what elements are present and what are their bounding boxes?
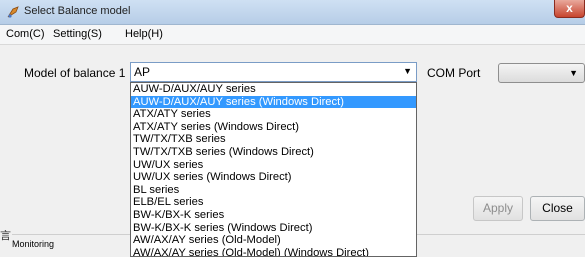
dropdown-option[interactable]: BL series xyxy=(131,184,416,197)
close-button[interactable]: Close xyxy=(530,196,585,221)
model-select[interactable]: AP ▼ xyxy=(130,62,417,82)
dropdown-option[interactable]: UW/UX series xyxy=(131,159,416,172)
dropdown-option[interactable]: ELB/EL series xyxy=(131,196,416,209)
model-of-balance-label: Model of balance 1 xyxy=(24,66,126,80)
chevron-down-icon[interactable]: ▼ xyxy=(569,68,578,78)
close-window-button[interactable]: x xyxy=(554,0,585,18)
app-icon xyxy=(7,6,19,18)
model-select-value: AP xyxy=(134,65,151,79)
chevron-down-icon[interactable]: ▼ xyxy=(403,66,412,76)
dropdown-option[interactable]: BW-K/BX-K series (Windows Direct) xyxy=(131,222,416,235)
dropdown-option[interactable]: BW-K/BX-K series xyxy=(131,209,416,222)
title-bar[interactable]: Select Balance model x xyxy=(0,0,585,25)
dropdown-option[interactable]: TW/TX/TXB series xyxy=(131,133,416,146)
apply-button[interactable]: Apply xyxy=(473,196,523,221)
menu-help[interactable]: Help(H) xyxy=(125,28,163,40)
dropdown-option[interactable]: UW/UX series (Windows Direct) xyxy=(131,171,416,184)
com-port-label: COM Port xyxy=(427,66,481,80)
left-edge-glyph: 言 xyxy=(0,230,11,242)
com-port-select[interactable]: ▼ xyxy=(498,63,585,83)
dropdown-option[interactable]: AW/AX/AY series (Old-Model) (Windows Dir… xyxy=(131,247,416,256)
dropdown-option[interactable]: ATX/ATY series xyxy=(131,108,416,121)
status-text: Monitoring xyxy=(12,239,55,249)
menu-setting[interactable]: Setting(S) xyxy=(53,28,102,40)
window-title: Select Balance model xyxy=(24,5,131,17)
select-balance-model-window: Select Balance model x Com(C) Setting(S)… xyxy=(0,0,585,257)
menu-com[interactable]: Com(C) xyxy=(6,28,45,40)
dropdown-option[interactable]: AUW-D/AUX/AUY series (Windows Direct) xyxy=(131,95,416,109)
dropdown-option[interactable]: AW/AX/AY series (Old-Model) xyxy=(131,234,416,247)
dropdown-option[interactable]: ATX/ATY series (Windows Direct) xyxy=(131,121,416,134)
model-dropdown-list[interactable]: AUW-D/AUX/AUY series AUW-D/AUX/AUY serie… xyxy=(130,82,417,257)
dropdown-option[interactable]: AUW-D/AUX/AUY series xyxy=(131,83,416,96)
dropdown-option[interactable]: TW/TX/TXB series (Windows Direct) xyxy=(131,146,416,159)
menu-bar: Com(C) Setting(S) Help(H) xyxy=(0,25,585,45)
